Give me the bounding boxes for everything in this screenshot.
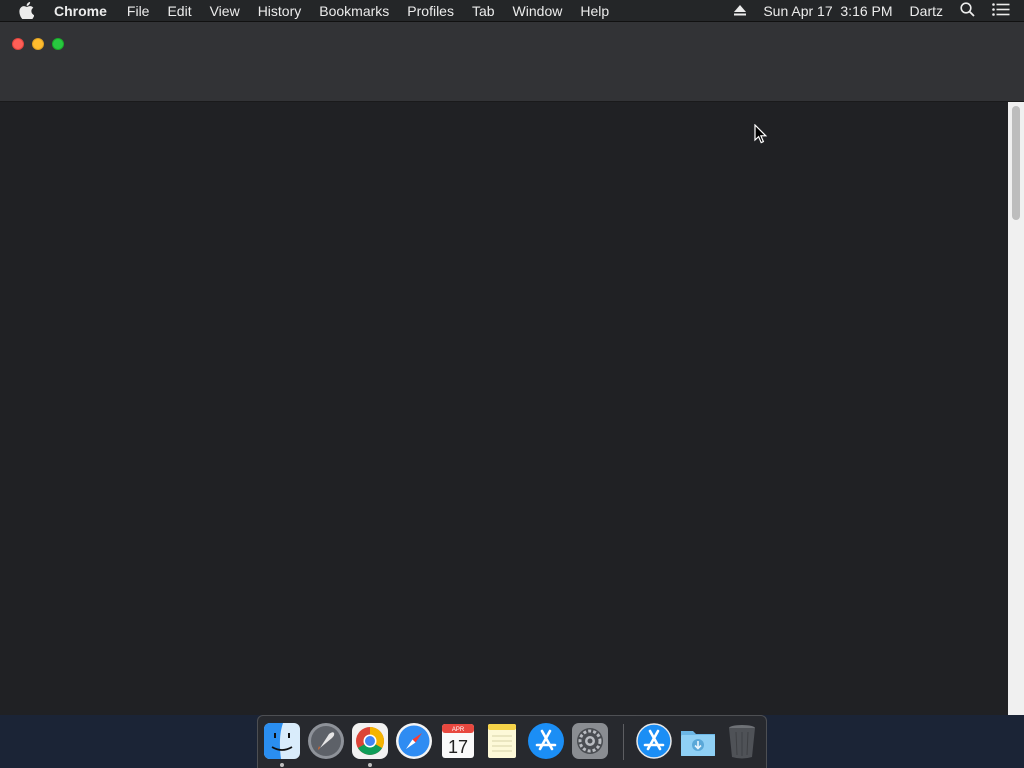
mouse-cursor-icon xyxy=(754,123,768,144)
page-content-area[interactable] xyxy=(0,102,1008,715)
menu-profiles[interactable]: Profiles xyxy=(407,3,454,19)
window-zoom-button[interactable] xyxy=(52,38,64,50)
menu-user[interactable]: Dartz xyxy=(910,3,943,19)
menu-history[interactable]: History xyxy=(258,3,302,19)
notes-icon[interactable] xyxy=(483,722,521,760)
calendar-day: 17 xyxy=(448,737,468,757)
safari-icon[interactable] xyxy=(395,722,433,760)
app-store-icon[interactable] xyxy=(527,722,565,760)
menu-bar: Chrome File Edit View History Bookmarks … xyxy=(0,0,1024,22)
launchpad-icon[interactable] xyxy=(307,722,345,760)
calendar-icon[interactable]: APR 17 xyxy=(439,722,477,760)
notification-center-icon[interactable] xyxy=(992,3,1010,19)
system-preferences-icon[interactable] xyxy=(571,722,609,760)
menu-window[interactable]: Window xyxy=(513,3,563,19)
menu-help[interactable]: Help xyxy=(580,3,609,19)
downloads-folder-icon[interactable] xyxy=(679,722,717,760)
menu-bar-extras: Sun Apr 17 3:16 PM Dartz xyxy=(734,0,1024,22)
scrollbar-thumb[interactable] xyxy=(1012,106,1020,220)
menu-bookmarks[interactable]: Bookmarks xyxy=(319,3,389,19)
apple-icon[interactable] xyxy=(19,0,39,22)
running-indicator xyxy=(368,763,372,767)
chrome-window xyxy=(0,22,1024,715)
running-indicator xyxy=(280,763,284,767)
vertical-scrollbar[interactable] xyxy=(1008,102,1024,715)
menu-app-name[interactable]: Chrome xyxy=(54,3,107,19)
dock: APR 17 xyxy=(257,715,767,768)
finder-icon[interactable] xyxy=(263,722,301,760)
menu-tab[interactable]: Tab xyxy=(472,3,495,19)
chrome-icon[interactable] xyxy=(351,722,389,760)
spotlight-search-icon[interactable] xyxy=(960,2,975,20)
calendar-month: APR xyxy=(452,727,465,733)
menu-clock[interactable]: Sun Apr 17 3:16 PM xyxy=(763,3,892,19)
window-minimize-button[interactable] xyxy=(32,38,44,50)
window-titlebar[interactable] xyxy=(0,22,1024,102)
menu-edit[interactable]: Edit xyxy=(167,3,191,19)
menu-file[interactable]: File xyxy=(127,3,150,19)
window-close-button[interactable] xyxy=(12,38,24,50)
menu-view[interactable]: View xyxy=(210,3,240,19)
dock-separator xyxy=(623,724,624,760)
app-store-folder-icon[interactable] xyxy=(635,722,673,760)
trash-icon[interactable] xyxy=(723,722,761,760)
eject-icon[interactable] xyxy=(734,3,747,19)
